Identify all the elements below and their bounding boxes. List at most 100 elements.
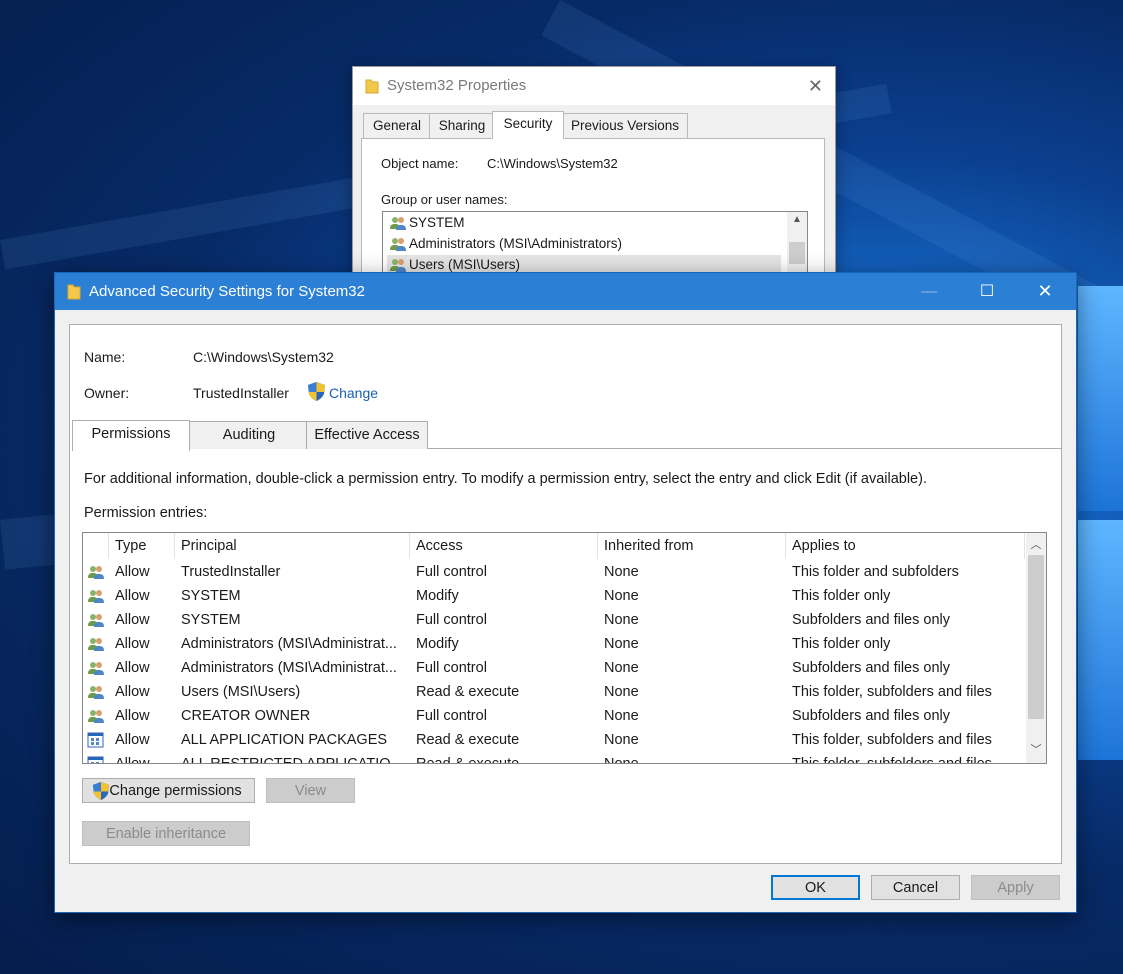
column-header-type[interactable]: Type bbox=[109, 533, 175, 559]
user-group-icon bbox=[390, 238, 406, 251]
name-value: C:\Windows\System32 bbox=[193, 349, 334, 365]
group-label: Group or user names: bbox=[381, 192, 508, 207]
enable-inheritance-button[interactable]: Enable inheritance bbox=[82, 821, 250, 846]
cell-applies: Subfolders and files only bbox=[792, 660, 950, 676]
cell-principal: SYSTEM bbox=[181, 612, 241, 628]
permission-entries-table[interactable]: Type Principal Access Inherited from App… bbox=[82, 532, 1047, 764]
cell-principal: CREATOR OWNER bbox=[181, 708, 311, 724]
scrollbar-thumb[interactable] bbox=[789, 242, 805, 264]
minimize-icon[interactable]: — bbox=[906, 273, 952, 310]
tab-previous-versions[interactable]: Previous Versions bbox=[562, 113, 688, 138]
change-permissions-button[interactable]: Change permissions bbox=[82, 778, 255, 803]
cell-access: Full control bbox=[416, 708, 487, 724]
tab-permissions[interactable]: Permissions bbox=[72, 420, 190, 451]
uac-shield-icon bbox=[92, 782, 110, 800]
change-permissions-label: Change permissions bbox=[109, 783, 242, 799]
cell-type: Allow bbox=[115, 684, 150, 700]
tab-general[interactable]: General bbox=[363, 113, 431, 138]
table-row[interactable]: Allow ALL APPLICATION PACKAGES Read & exec… bbox=[83, 728, 1025, 752]
advanced-security-dialog: Advanced Security Settings for System32 … bbox=[54, 272, 1077, 913]
tab-security[interactable]: Security bbox=[492, 111, 564, 139]
cell-principal: TrustedInstaller bbox=[181, 564, 281, 580]
user-group-icon bbox=[87, 588, 105, 608]
list-item[interactable]: Administrators (MSI\Administrators) bbox=[387, 234, 622, 254]
dialog-tabs: Permissions Auditing Effective Access bbox=[72, 420, 1062, 451]
tab-sharing[interactable]: Sharing bbox=[429, 113, 495, 138]
list-item[interactable]: SYSTEM bbox=[387, 213, 465, 233]
change-owner-link[interactable]: Change bbox=[329, 385, 378, 401]
cell-inherited: None bbox=[604, 756, 639, 764]
object-name-label: Object name: bbox=[381, 156, 459, 171]
owner-value: TrustedInstaller bbox=[193, 385, 289, 401]
user-group-icon bbox=[87, 612, 105, 632]
close-icon[interactable]: ✕ bbox=[808, 76, 823, 97]
chevron-up-icon[interactable]: ︿ bbox=[1026, 536, 1046, 552]
cell-type: Allow bbox=[115, 756, 150, 764]
table-row[interactable]: Allow Users (MSI\Users) Read & execute None… bbox=[83, 680, 1025, 704]
cell-inherited: None bbox=[604, 636, 639, 652]
info-text: For additional information, double-click… bbox=[84, 471, 927, 487]
properties-titlebar: System32 Properties ✕ bbox=[353, 67, 835, 105]
folder-icon bbox=[365, 79, 379, 94]
close-icon[interactable]: ✕ bbox=[1022, 273, 1068, 310]
cell-type: Allow bbox=[115, 612, 150, 628]
column-header-principal[interactable]: Principal bbox=[175, 533, 410, 559]
cell-type: Allow bbox=[115, 708, 150, 724]
permissions-frame: Name: C:\Windows\System32 Owner: Trusted… bbox=[69, 324, 1062, 864]
table-row[interactable]: Allow ALL RESTRICTED APPLICATION... Read &… bbox=[83, 752, 1025, 764]
owner-label: Owner: bbox=[84, 385, 130, 401]
object-name-value: C:\Windows\System32 bbox=[487, 156, 618, 171]
name-label: Name: bbox=[84, 349, 126, 365]
cell-applies: This folder and subfolders bbox=[792, 564, 959, 580]
cell-principal: Administrators (MSI\Administrat... bbox=[181, 660, 397, 676]
folder-icon bbox=[67, 284, 81, 300]
column-header-inherited-from[interactable]: Inherited from bbox=[598, 533, 786, 559]
cell-applies: This folder, subfolders and files bbox=[792, 732, 992, 748]
cell-principal: ALL APPLICATION PACKAGES bbox=[181, 732, 388, 748]
table-row[interactable]: Allow Administrators (MSI\Administrat... F… bbox=[83, 656, 1025, 680]
group-name: SYSTEM bbox=[409, 215, 465, 230]
group-name: Users (MSI\Users) bbox=[409, 257, 520, 272]
tab-auditing[interactable]: Auditing bbox=[189, 421, 309, 449]
tab-effective-access[interactable]: Effective Access bbox=[306, 421, 428, 449]
scrollbar[interactable]: ︿ ﹀ bbox=[1026, 533, 1046, 763]
chevron-down-icon[interactable]: ﹀ bbox=[1026, 741, 1046, 757]
ok-button[interactable]: OK bbox=[771, 875, 860, 900]
permission-entries-label: Permission entries: bbox=[84, 505, 208, 521]
cell-access: Read & execute bbox=[416, 756, 520, 764]
dialog-titlebar: Advanced Security Settings for System32 … bbox=[55, 273, 1076, 310]
user-group-icon bbox=[390, 217, 406, 230]
cell-principal: SYSTEM bbox=[181, 588, 241, 604]
table-row[interactable]: Allow TrustedInstaller Full control None Thi… bbox=[83, 560, 1025, 584]
cell-applies: This folder only bbox=[792, 636, 891, 652]
cell-applies: This folder only bbox=[792, 588, 891, 604]
column-header-applies-to[interactable]: Applies to bbox=[786, 533, 1025, 559]
cell-applies: Subfolders and files only bbox=[792, 612, 950, 628]
table-row[interactable]: Allow SYSTEM Modify None This folder only bbox=[83, 584, 1025, 608]
dialog-title: Advanced Security Settings for System32 bbox=[89, 283, 365, 300]
apply-button[interactable]: Apply bbox=[971, 875, 1060, 900]
user-group-icon bbox=[87, 660, 105, 680]
cancel-button[interactable]: Cancel bbox=[871, 875, 960, 900]
table-row[interactable]: Allow Administrators (MSI\Administrat... M… bbox=[83, 632, 1025, 656]
table-row[interactable]: Allow CREATOR OWNER Full control None Subfol… bbox=[83, 704, 1025, 728]
chevron-up-icon[interactable]: ▲ bbox=[787, 214, 807, 225]
cell-inherited: None bbox=[604, 732, 639, 748]
cell-principal: ALL RESTRICTED APPLICATION... bbox=[181, 756, 410, 764]
cell-inherited: None bbox=[604, 588, 639, 604]
column-header-access[interactable]: Access bbox=[410, 533, 598, 559]
cell-access: Full control bbox=[416, 612, 487, 628]
user-group-icon bbox=[390, 259, 406, 272]
cell-applies: This folder, subfolders and files bbox=[792, 684, 992, 700]
user-group-icon bbox=[87, 564, 105, 584]
cell-inherited: None bbox=[604, 660, 639, 676]
icon-column-header[interactable] bbox=[83, 533, 109, 559]
view-button[interactable]: View bbox=[266, 778, 355, 803]
maximize-icon[interactable]: ☐ bbox=[964, 273, 1010, 310]
cell-type: Allow bbox=[115, 732, 150, 748]
cell-applies: This folder, subfolders and files bbox=[792, 756, 992, 764]
scrollbar-thumb[interactable] bbox=[1028, 555, 1044, 719]
table-row[interactable]: Allow SYSTEM Full control None Subfolders an… bbox=[83, 608, 1025, 632]
group-name: Administrators (MSI\Administrators) bbox=[409, 236, 623, 251]
cell-inherited: None bbox=[604, 708, 639, 724]
